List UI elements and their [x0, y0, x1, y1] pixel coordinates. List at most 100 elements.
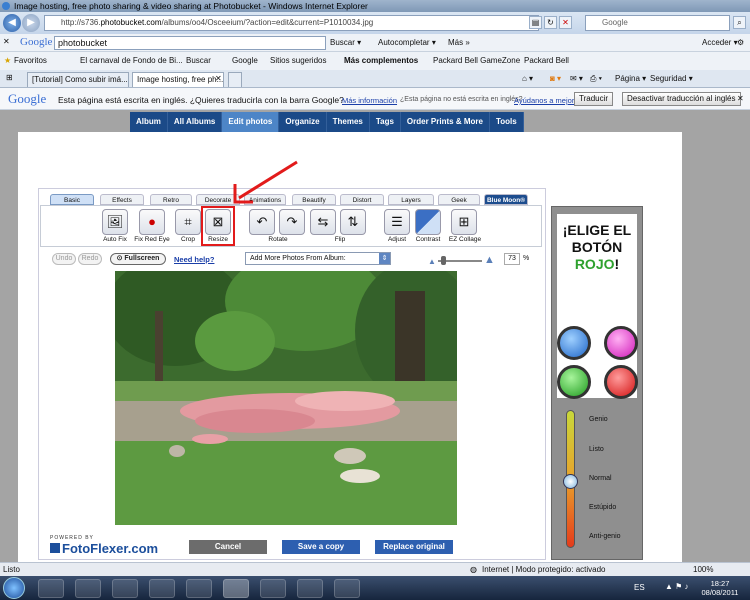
nav-tools[interactable]: Tools — [490, 112, 524, 132]
fav-item-gamezone[interactable]: Packard Bell GameZone — [433, 56, 520, 65]
auto-fix-icon[interactable]: 🖼 — [102, 209, 128, 235]
cancel-button[interactable]: Cancel — [189, 540, 267, 554]
close-toolbar-icon[interactable]: ✕ — [3, 37, 10, 46]
nav-order-prints[interactable]: Order Prints & More — [401, 112, 490, 132]
fav-item-suggested[interactable]: Sitios sugeridos — [270, 56, 326, 65]
add-photos-select[interactable]: Add More Photos From Album: ⇕ — [245, 252, 391, 265]
refresh-icon[interactable]: ↻ — [544, 16, 557, 29]
address-bar: ◀ ▶ http://s736.photobucket.com/albums/o… — [0, 12, 750, 34]
google-search-button[interactable]: Buscar ▾ — [330, 38, 361, 47]
search-icon[interactable]: ⌕ — [733, 16, 746, 29]
app-icon-1[interactable] — [112, 579, 138, 598]
flamingo-photo[interactable] — [115, 271, 457, 525]
crop-icon[interactable]: ⌗ — [175, 209, 201, 235]
translate-button[interactable]: Traducir — [574, 92, 614, 106]
green-button-icon[interactable] — [557, 365, 591, 399]
ie-taskbar-icon[interactable] — [223, 579, 249, 598]
clock[interactable]: 18:27 08/08/2011 — [700, 579, 740, 597]
security-menu[interactable]: Seguridad ▾ — [650, 74, 693, 83]
contrast-icon[interactable] — [415, 209, 441, 235]
nav-all-albums[interactable]: All Albums — [168, 112, 223, 132]
explorer-icon[interactable] — [38, 579, 64, 598]
meter-label-genio: Genio — [589, 416, 608, 423]
window-title: Image hosting, free photo sharing & vide… — [14, 1, 368, 11]
editor-tab-basic[interactable]: Basic — [50, 194, 94, 205]
fav-item-packardbell[interactable]: Packard Bell — [524, 56, 569, 65]
redo-button[interactable]: Redo — [78, 253, 102, 265]
close-tab-icon[interactable]: ✕ — [215, 74, 222, 83]
save-copy-button[interactable]: Save a copy — [282, 540, 360, 554]
flip-horizontal-icon[interactable]: ⇆ — [310, 209, 336, 235]
zoom-value[interactable]: 73 — [504, 253, 520, 265]
browser-tab-tutorial[interactable]: [Tutorial] Como subir imá... — [27, 72, 129, 87]
rotate-left-icon[interactable]: ↶ — [249, 209, 275, 235]
fav-item-buscar[interactable]: Buscar — [186, 56, 211, 65]
compat-view-icon[interactable]: ▤ — [529, 16, 542, 29]
more-button[interactable]: Más » — [448, 38, 470, 47]
app-icon-5[interactable] — [297, 579, 323, 598]
zoom-level[interactable]: 100% — [693, 565, 713, 574]
zoom-in-icon[interactable]: ▲ — [484, 254, 495, 266]
url-input[interactable]: http://s736.photobucket.com/albums/oo4/O… — [44, 15, 539, 31]
zoom-out-icon[interactable]: ▲ — [428, 257, 436, 266]
nav-organize[interactable]: Organize — [279, 112, 327, 132]
wrench-icon[interactable]: ⚙ — [737, 38, 744, 47]
undo-button[interactable]: Undo — [52, 253, 76, 265]
pink-button-icon[interactable] — [604, 326, 638, 360]
nav-edit-photos[interactable]: Edit photos — [222, 112, 280, 132]
fav-item-addons[interactable]: Más complementos — [344, 56, 418, 65]
editor-tab-distort[interactable]: Distort — [340, 194, 384, 205]
need-help-link[interactable]: Need help? — [174, 255, 214, 264]
search-input[interactable]: Google — [585, 15, 730, 31]
mail-icon[interactable]: ✉ ▾ — [570, 74, 583, 83]
autofill-button[interactable]: Autocompletar ▾ — [378, 38, 436, 47]
favorites-grid-icon[interactable]: ⊞ — [6, 73, 13, 82]
rotate-right-icon[interactable]: ↷ — [279, 209, 305, 235]
fav-item-carnaval[interactable]: El carnaval de Fondo de Bi... — [80, 56, 183, 65]
blue-button-icon[interactable] — [557, 326, 591, 360]
start-button[interactable] — [3, 577, 25, 599]
help-improve-link[interactable]: Ayúdanos a mejorar — [514, 96, 581, 105]
red-eye-icon[interactable]: ● — [139, 209, 165, 235]
browser-tab-photobucket[interactable]: Image hosting, free ph... — [132, 72, 224, 87]
editor-tab-effects[interactable]: Effects — [100, 194, 144, 205]
more-info-link[interactable]: Más información — [342, 96, 397, 105]
media-player-icon[interactable] — [75, 579, 101, 598]
zoom-slider-handle[interactable] — [441, 256, 446, 265]
editor-tab-layers[interactable]: Layers — [388, 194, 434, 205]
editor-tab-bluemoon[interactable]: Blue Moon® — [484, 194, 528, 205]
language-indicator[interactable]: ES — [634, 583, 645, 592]
editor-tab-retro[interactable]: Retro — [150, 194, 192, 205]
fullscreen-button[interactable]: ⊙ Fullscreen — [110, 253, 166, 265]
nav-album[interactable]: Album — [130, 112, 168, 132]
app-icon-6[interactable] — [334, 579, 360, 598]
tray-icons[interactable]: ▲ ⚑ ♪ — [665, 582, 689, 591]
stop-icon[interactable]: ✕ — [559, 16, 572, 29]
nav-themes[interactable]: Themes — [327, 112, 370, 132]
flip-vertical-icon[interactable]: ⇅ — [340, 209, 366, 235]
new-tab-button[interactable] — [228, 72, 242, 87]
red-button-icon[interactable] — [604, 365, 638, 399]
page-menu[interactable]: Página ▾ — [615, 74, 646, 83]
app-icon-3[interactable] — [186, 579, 212, 598]
app-icon-2[interactable] — [149, 579, 175, 598]
forward-arrow-icon[interactable]: ▶ — [22, 14, 40, 32]
app-icon-4[interactable] — [260, 579, 286, 598]
favorites-label[interactable]: Favoritos — [14, 56, 47, 65]
replace-original-button[interactable]: Replace original — [375, 540, 453, 554]
print-icon[interactable]: ⎙ ▾ — [590, 74, 602, 84]
nav-tags[interactable]: Tags — [370, 112, 401, 132]
feeds-icon[interactable]: ◙ ▾ — [550, 74, 561, 83]
back-arrow-icon[interactable]: ◀ — [3, 14, 21, 32]
ez-collage-icon[interactable]: ⊞ — [451, 209, 477, 235]
editor-tab-geek[interactable]: Geek — [438, 194, 480, 205]
close-translate-icon[interactable]: ✕ — [737, 94, 744, 103]
google-toolbar: ✕ Google photobucket Buscar ▾ Autocomple… — [0, 34, 750, 52]
favorites-bar: ★ Favoritos El carnaval de Fondo de Bi..… — [0, 52, 750, 70]
google-search-field[interactable]: photobucket — [54, 36, 326, 50]
disable-translate-button[interactable]: Desactivar traducción al inglés — [622, 92, 741, 106]
signin-button[interactable]: Acceder ▾ — [702, 38, 738, 47]
home-icon[interactable]: ⌂ ▾ — [522, 74, 533, 83]
fav-item-google[interactable]: Google — [232, 56, 258, 65]
adjust-icon[interactable]: ☰ — [384, 209, 410, 235]
